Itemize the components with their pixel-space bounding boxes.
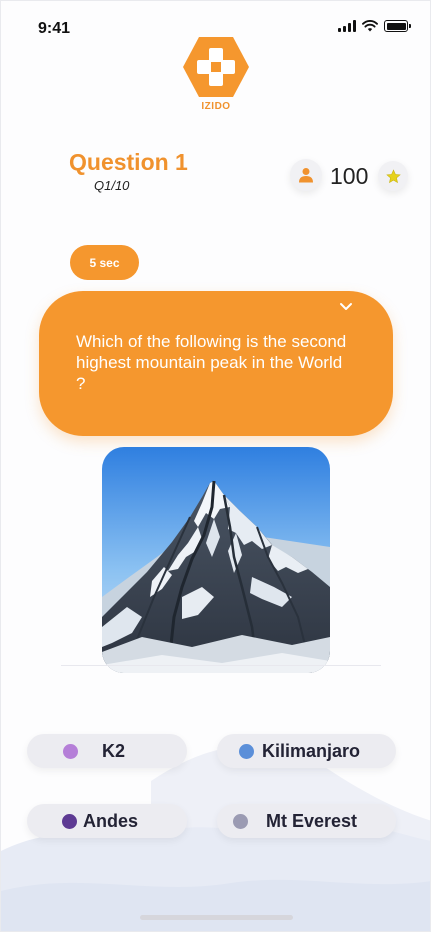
phone-screen: 9:41 IZIDO Question 1 Q1/10 100 5 sec Wh… [0,0,431,932]
answer-option-mt-everest[interactable]: Mt Everest [217,804,396,838]
status-time: 9:41 [38,20,71,37]
question-card: Which of the following is the second hig… [39,291,393,436]
answer-color-dot [233,813,248,829]
answer-label: K2 [102,740,126,761]
answer-option-kilimanjaro[interactable]: Kilimanjaro [217,734,396,768]
timer-badge: 5 sec [70,245,139,280]
divider [61,665,381,666]
answer-label: Mt Everest [266,810,358,831]
logo-text: IZIDO [201,101,231,112]
score-value: 100 [330,163,369,189]
question-title: Question 1 [69,149,188,175]
wifi-icon [362,20,378,32]
mountain-image [102,447,330,673]
profile-button[interactable] [290,159,322,191]
answer-option-andes[interactable]: Andes [27,804,187,838]
battery-icon [384,20,411,32]
cellular-signal-icon [338,20,356,32]
izido-logo-icon [183,37,249,97]
rewards-button[interactable] [378,161,408,191]
answer-label: Kilimanjaro [262,740,361,761]
answer-label: Andes [83,810,139,831]
question-progress: Q1/10 [94,178,130,193]
answer-color-dot [63,743,78,759]
status-icons [338,20,411,32]
answer-option-k2[interactable]: K2 [27,734,187,768]
answer-color-dot [62,813,77,829]
answer-color-dot [239,743,254,759]
chevron-down-icon[interactable] [339,301,353,313]
star-icon [385,168,401,183]
question-text: Which of the following is the second hig… [76,332,347,393]
home-indicator[interactable] [140,915,293,920]
user-icon [299,168,313,183]
